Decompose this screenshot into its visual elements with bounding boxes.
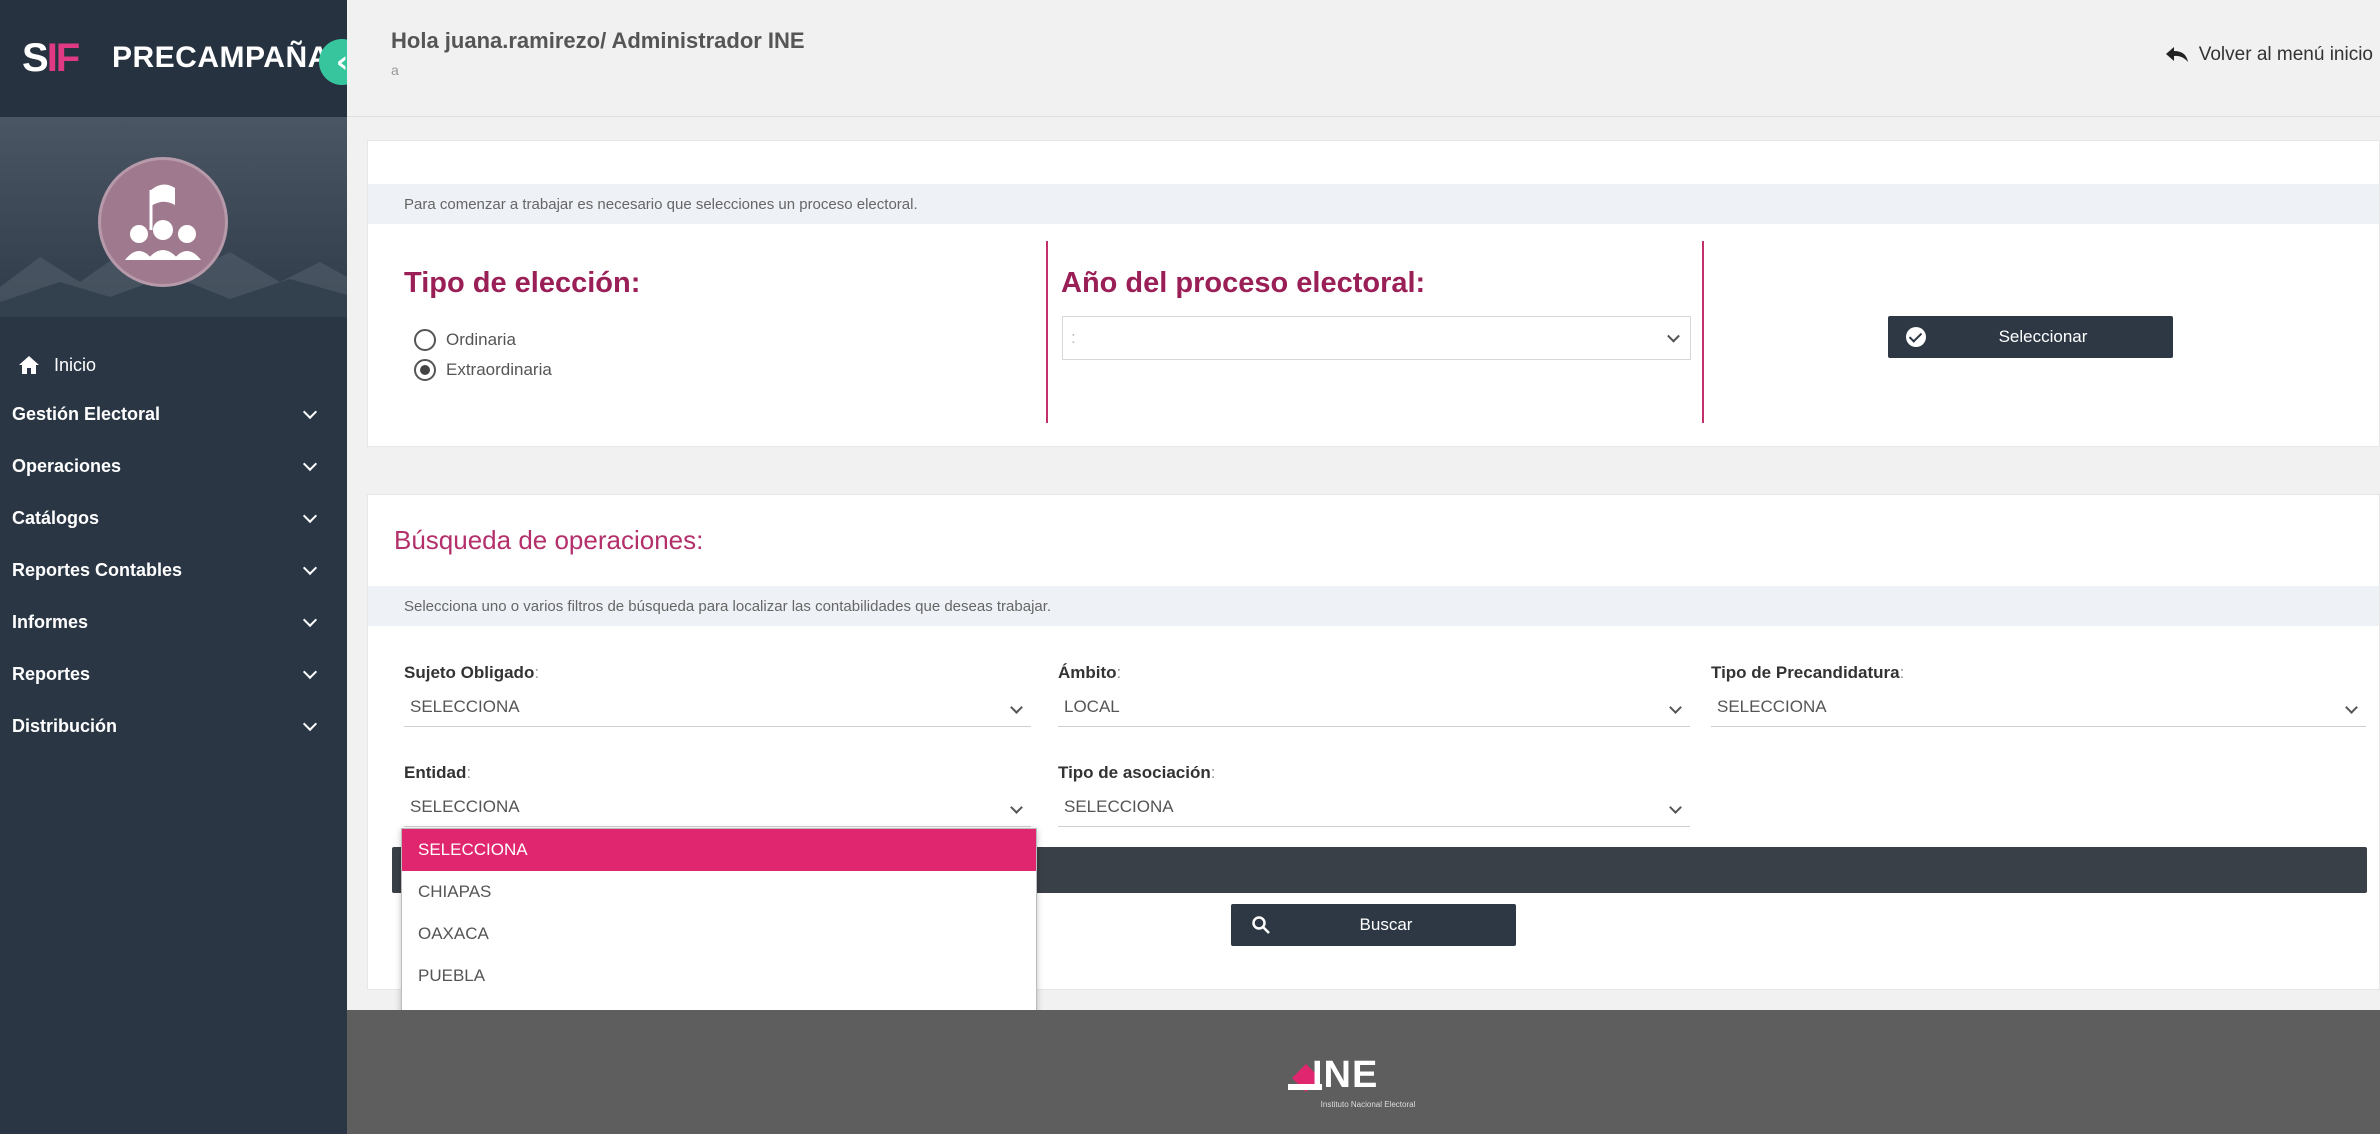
button-label: Buscar <box>1359 915 1413 934</box>
user-group-avatar <box>98 157 228 287</box>
app-title: PRECAMPAÑA <box>112 41 330 74</box>
radio-label: Ordinaria <box>446 330 516 349</box>
radio-ordinaria[interactable]: Ordinaria <box>414 329 516 351</box>
select-value: SELECCIONA <box>410 796 520 816</box>
radio-label: Extraordinaria <box>446 360 552 379</box>
tipo-asociacion-label: Tipo de asociación: <box>1058 763 1216 782</box>
sujeto-obligado-select[interactable]: SELECCIONA <box>404 687 1031 727</box>
entidad-label: Entidad: <box>404 763 472 782</box>
radio-extraordinaria[interactable]: Extraordinaria <box>414 359 552 381</box>
label-text: Tipo de asociación <box>1058 763 1211 782</box>
tipo-asociacion-select[interactable]: SELECCIONA <box>1058 787 1690 827</box>
radio-circle[interactable] <box>414 329 436 351</box>
chevron-down-icon <box>302 716 318 732</box>
chevron-down-icon <box>302 456 318 472</box>
sidebar-item-label: Operaciones <box>12 455 122 476</box>
tipo-precandidatura-select[interactable]: SELECCIONA <box>1711 687 2366 727</box>
busqueda-heading: Búsqueda de operaciones: <box>394 525 704 555</box>
sidebar-item-label: Inicio <box>54 354 97 375</box>
select-value: SELECCIONA <box>410 696 520 716</box>
anio-proceso-heading: Año del proceso electoral: <box>1061 267 1426 299</box>
chevron-down-icon <box>302 560 318 576</box>
process-info-bar: Para comenzar a trabajar es necesario qu… <box>368 184 2379 224</box>
sidebar-item-label: Distribución <box>12 715 118 736</box>
select-value: : <box>1071 328 1076 347</box>
sidebar-item-informes[interactable]: Informes <box>0 596 347 648</box>
label-text: Entidad <box>404 763 467 782</box>
button-label: Seleccionar <box>1998 327 2088 346</box>
sidebar: S IF PRECAMPAÑA ‹ Inicio Gestión Elector… <box>0 0 365 1134</box>
sidebar-item-inicio[interactable]: Inicio <box>0 342 347 388</box>
buscar-button[interactable]: Buscar <box>1231 904 1516 946</box>
ine-logo-text: INE <box>1312 1054 1379 1096</box>
sidebar-item-label: Informes <box>12 611 89 632</box>
logo-letter-s: S <box>22 35 49 80</box>
tipo-eleccion-heading: Tipo de elección: <box>404 267 641 299</box>
chevron-down-icon <box>2345 701 2358 714</box>
home-icon <box>19 356 39 374</box>
sidebar-item-label: Gestión Electoral <box>12 403 161 424</box>
reply-arrow-icon <box>2165 47 2188 62</box>
sujeto-obligado-label: Sujeto Obligado: <box>404 663 540 682</box>
brand-header: S IF PRECAMPAÑA ‹ <box>0 0 365 117</box>
ine-logo-subtitle: Instituto Nacional Electoral <box>1320 1100 1416 1109</box>
label-text: Tipo de Precandidatura <box>1711 663 1900 682</box>
entidad-select[interactable]: SELECCIONA <box>404 787 1031 827</box>
chevron-down-icon <box>302 612 318 628</box>
sif-logo: S IF <box>22 35 81 80</box>
chevron-down-icon <box>302 404 318 420</box>
sidebar-item-label: Reportes Contables <box>12 559 183 580</box>
footer: INE Instituto Nacional Electoral <box>347 1010 2380 1134</box>
dropdown-option[interactable]: SELECCIONA <box>402 829 1036 871</box>
chevron-down-icon <box>302 508 318 524</box>
sidebar-nav: Inicio Gestión Electoral Operaciones Cat… <box>0 342 347 752</box>
sidebar-item-reportes-contables[interactable]: Reportes Contables <box>0 544 347 596</box>
anio-proceso-select[interactable]: : <box>1062 316 1691 360</box>
ambito-select[interactable]: LOCAL <box>1058 687 1690 727</box>
user-subtitle: a <box>391 62 399 78</box>
ambito-label: Ámbito: <box>1058 663 1122 682</box>
chevron-down-icon <box>302 664 318 680</box>
label-text: Ámbito <box>1058 663 1117 682</box>
top-header: Hola juana.ramirezo/ Administrador INE a… <box>347 0 2380 117</box>
profile-banner <box>0 117 347 317</box>
seleccionar-button[interactable]: Seleccionar <box>1888 316 2173 358</box>
chevron-down-icon <box>1669 701 1682 714</box>
chevron-down-icon <box>1669 801 1682 814</box>
sidebar-item-operaciones[interactable]: Operaciones <box>0 440 347 492</box>
sidebar-item-distribucion[interactable]: Distribución <box>0 700 347 752</box>
label-text: Sujeto Obligado <box>404 663 535 682</box>
dropdown-option[interactable]: OAXACA <box>402 913 1036 955</box>
dropdown-option[interactable]: PUEBLA <box>402 955 1036 997</box>
chevron-down-icon <box>1667 329 1680 343</box>
sidebar-item-label: Reportes <box>12 663 91 684</box>
search-info-bar: Selecciona uno o varios filtros de búsqu… <box>368 586 2379 626</box>
sidebar-item-label: Catálogos <box>12 507 100 528</box>
group-flag-icon <box>125 184 201 260</box>
sidebar-item-gestion-electoral[interactable]: Gestión Electoral <box>0 388 347 440</box>
select-value: LOCAL <box>1064 696 1120 716</box>
divider <box>1046 241 1048 423</box>
process-selection-panel: Para comenzar a trabajar es necesario qu… <box>367 140 2380 447</box>
user-greeting: Hola juana.ramirezo/ Administrador INE <box>391 28 805 53</box>
back-link-label: Volver al menú inicio <box>2198 44 2373 65</box>
sidebar-item-reportes[interactable]: Reportes <box>0 648 347 700</box>
chevron-down-icon <box>1010 701 1023 714</box>
divider <box>1702 241 1704 423</box>
sidebar-item-catalogos[interactable]: Catálogos <box>0 492 347 544</box>
back-to-menu-link[interactable]: Volver al menú inicio <box>2165 44 2373 66</box>
dropdown-option[interactable]: CHIAPAS <box>402 871 1036 913</box>
chevron-down-icon <box>1010 801 1023 814</box>
select-value: SELECCIONA <box>1064 796 1174 816</box>
logo-letters-if: IF <box>46 35 81 80</box>
radio-circle-selected[interactable] <box>414 359 436 381</box>
select-value: SELECCIONA <box>1717 696 1827 716</box>
tipo-precandidatura-label: Tipo de Precandidatura: <box>1711 663 1905 682</box>
